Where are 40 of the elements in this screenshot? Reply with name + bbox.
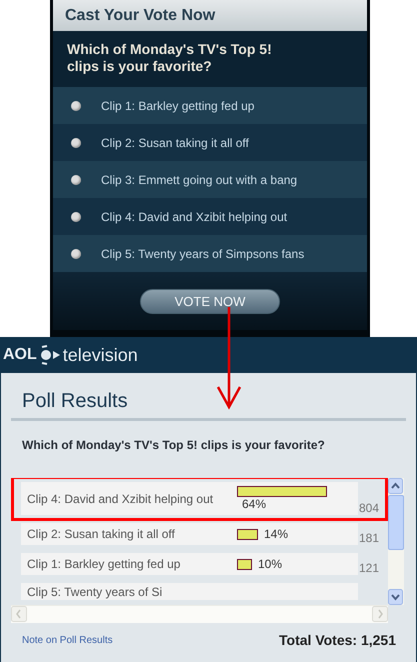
- panel-title: Cast Your Vote Now: [65, 6, 216, 24]
- vertical-scrollbar[interactable]: [388, 478, 404, 605]
- poll-option[interactable]: Clip 1: Barkley getting fed up: [53, 87, 367, 124]
- result-bar: [237, 528, 258, 540]
- section-name: television: [62, 344, 138, 366]
- result-label: Clip 2: Susan taking it all off: [26, 527, 176, 541]
- option-label: Clip 1: Barkley getting fed up: [101, 98, 254, 112]
- result-label: Clip 4: David and Xzibit helping out: [26, 492, 214, 506]
- radio-button[interactable]: [71, 100, 81, 110]
- poll-option[interactable]: Clip 4: David and Xzibit helping out: [53, 198, 367, 235]
- total-votes: Total Votes: 1,251: [279, 632, 396, 648]
- option-label: Clip 5: Twenty years of Simpsons fans: [101, 246, 304, 260]
- option-label: Clip 3: Emmett going out with a bang: [101, 172, 298, 186]
- poll-question: Which of Monday's TV's Top 5! clips is your favorite?: [53, 31, 367, 87]
- radio-button[interactable]: [71, 212, 81, 222]
- brand-logo[interactable]: AOL: [3, 346, 37, 364]
- option-label: Clip 2: Susan taking it all off: [101, 136, 249, 150]
- poll-option[interactable]: Clip 3: Emmett going out with a bang: [53, 161, 367, 198]
- result-label: Clip 5: Twenty years of Si: [26, 585, 164, 599]
- result-bar: [237, 558, 252, 570]
- scroll-thumb[interactable]: [388, 495, 404, 550]
- results-question: Which of Monday's TV's Top 5! clips is your favorite?: [21, 437, 326, 454]
- result-label: Clip 1: Barkley getting fed up: [26, 557, 182, 571]
- results-title: Poll Results: [21, 389, 129, 414]
- vote-count: 804: [359, 501, 380, 515]
- scroll-up-icon[interactable]: [388, 478, 403, 494]
- radio-button[interactable]: [71, 138, 81, 148]
- vote-count: 121: [359, 561, 380, 575]
- vote-count: 181: [359, 531, 380, 545]
- option-label: Clip 4: David and Xzibit helping out: [101, 210, 288, 224]
- poll-option[interactable]: Clip 5: Twenty years of Simpsons fans: [53, 235, 367, 272]
- scroll-down-icon[interactable]: [388, 589, 403, 605]
- result-percent: 10%: [257, 557, 282, 571]
- note-link[interactable]: Note on Poll Results: [22, 634, 113, 646]
- result-percent: 64%: [241, 497, 266, 511]
- poll-option[interactable]: Clip 2: Susan taking it all off: [53, 124, 367, 161]
- radio-button[interactable]: [71, 248, 81, 258]
- eye-logo-icon: [38, 345, 61, 365]
- result-percent: 14%: [263, 527, 288, 541]
- radio-button[interactable]: [71, 174, 81, 184]
